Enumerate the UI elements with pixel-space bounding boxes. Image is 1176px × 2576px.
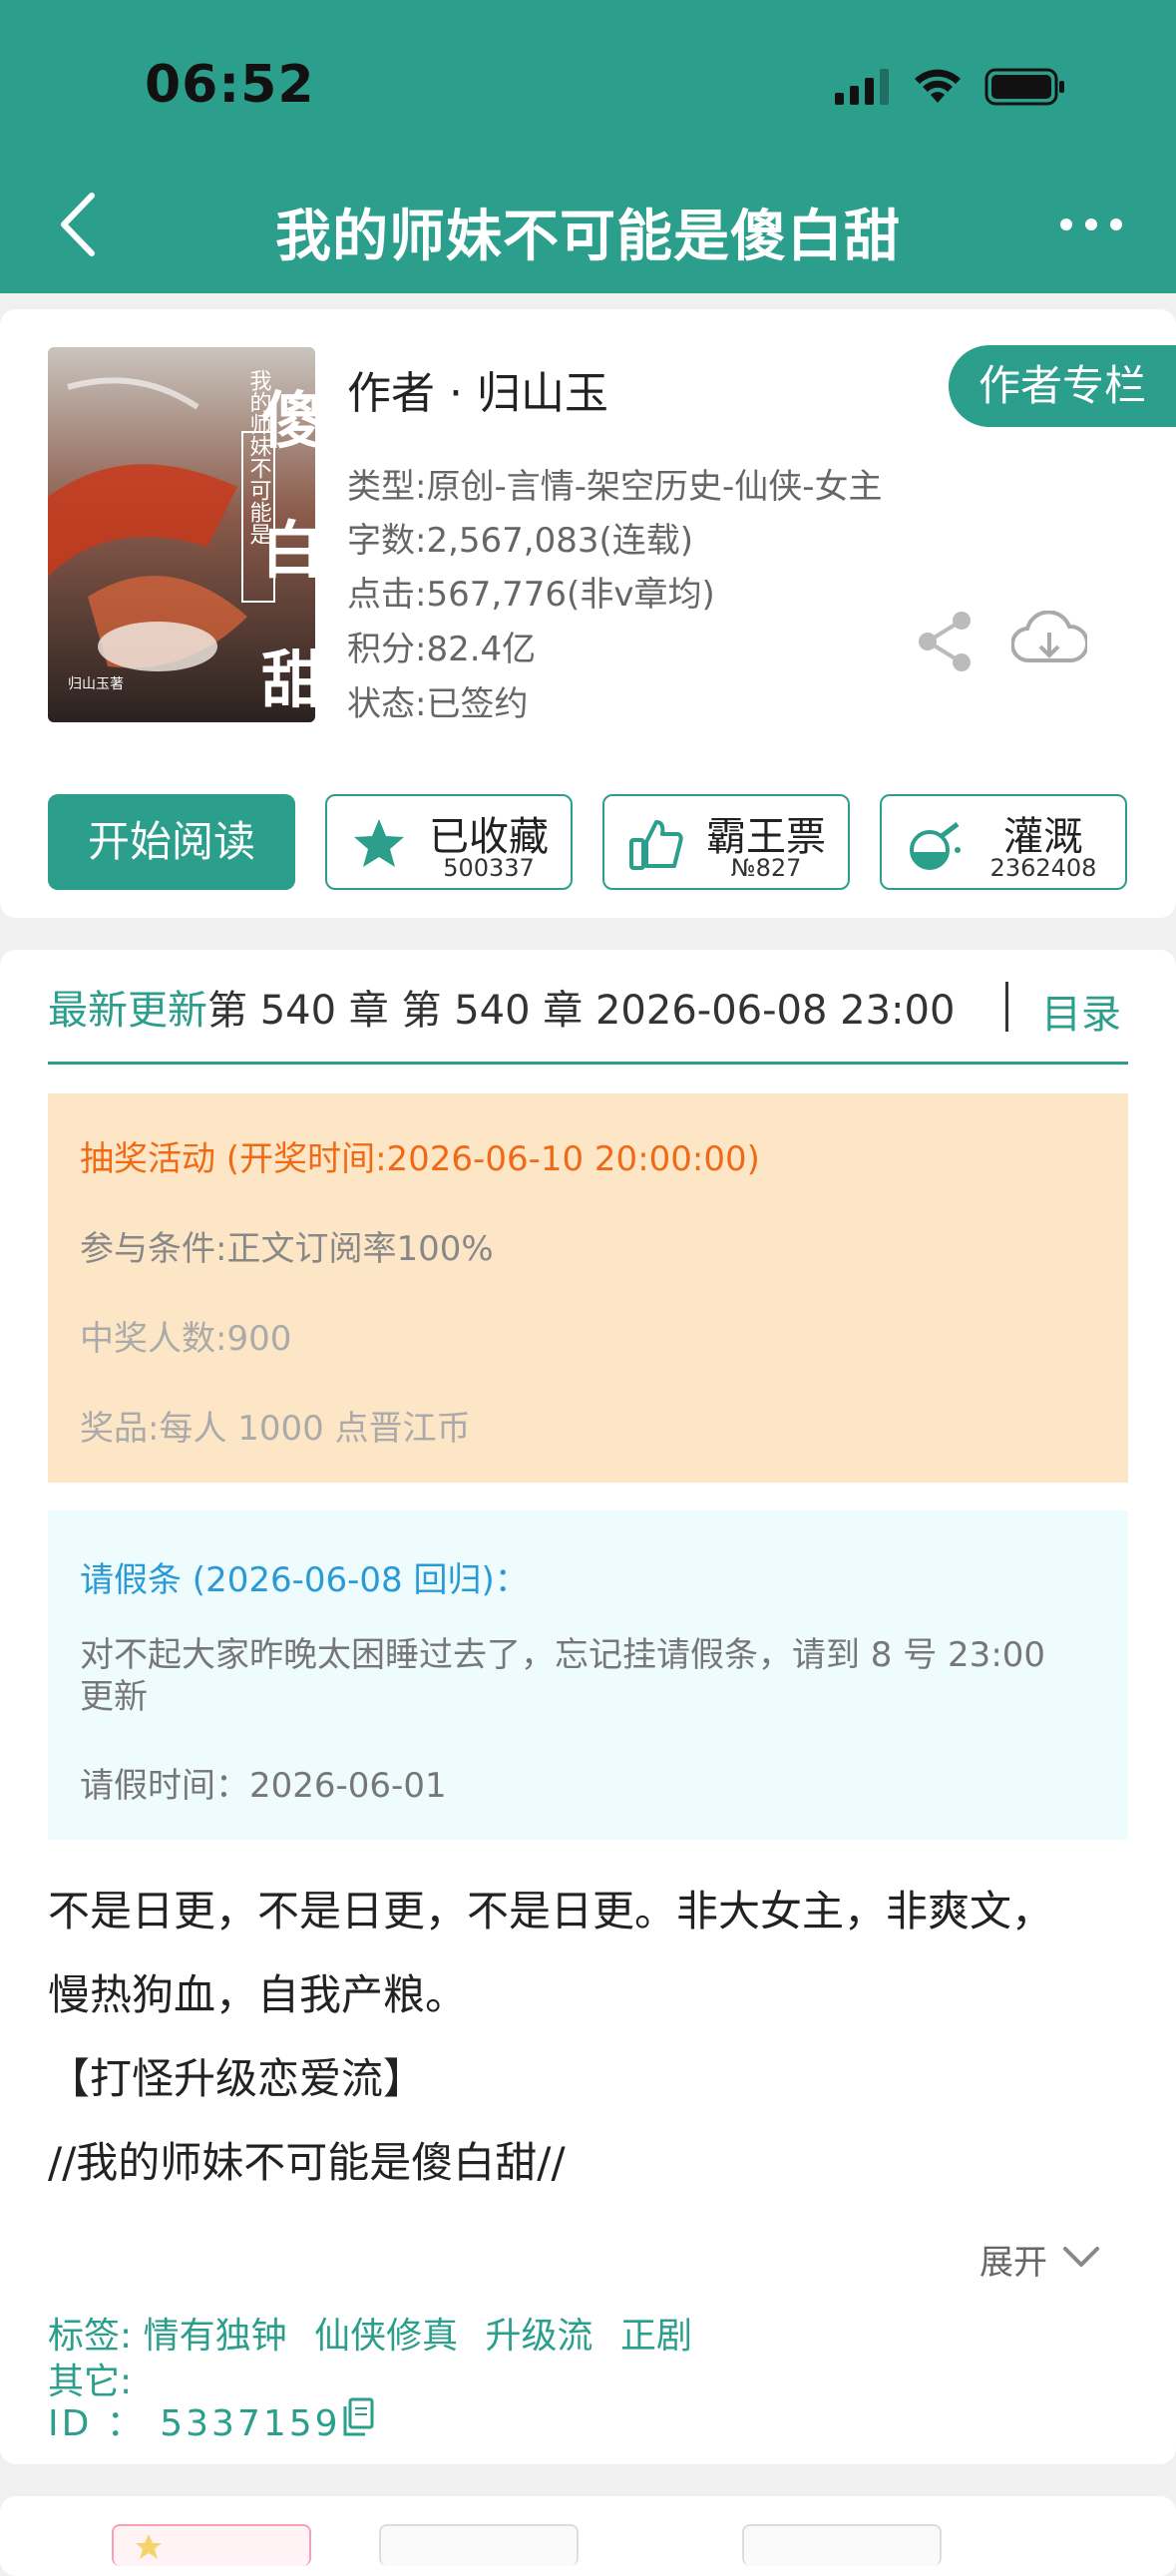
page-title: 我的师妹不可能是傻白甜 [275, 205, 901, 269]
svg-text:归山玉著: 归山玉著 [68, 675, 124, 692]
recommendation-thumbnail[interactable] [379, 2524, 579, 2566]
author-column-button[interactable]: 作者专栏 [949, 345, 1176, 427]
svg-text:甜: 甜 [261, 644, 315, 716]
leave-note-text: 对不起大家昨晚太困睡过去了，忘记挂请假条，请到 8 号 23:00 更新 [80, 1635, 1046, 1717]
status-time: 06:52 [145, 55, 315, 115]
tag-item[interactable]: 情有独钟 [144, 2316, 287, 2357]
bawang-ticket-count: №827 [730, 854, 802, 882]
book-status: 状态:已签约 [347, 684, 529, 724]
book-cover-image[interactable]: 我的师妹不可能是 傻 白 甜 归山玉著 [48, 347, 315, 722]
book-score: 积分:82.4亿 [347, 630, 537, 669]
irrigate-count: 2362408 [989, 854, 1097, 882]
lottery-title: 抽奖活动 (开奖时间:2026-06-10 20:00:00) [80, 1139, 760, 1179]
latest-update-text: 第 540 章 第 540 章 2026-06-08 23:00 [207, 988, 956, 1034]
book-id: ID ： 5337159 [48, 2403, 341, 2444]
star-icon [136, 2534, 162, 2559]
tag-item[interactable]: 仙侠修真 [314, 2316, 458, 2357]
latest-update-label: 最新更新 [48, 988, 207, 1034]
chevron-down-icon[interactable] [1061, 2243, 1101, 2273]
recommendation-thumbnail[interactable] [112, 2524, 311, 2566]
copy-icon[interactable] [341, 2396, 375, 2438]
leave-note-time: 请假时间：2026-06-01 [80, 1766, 447, 1806]
description-line-3: 【打怪升级恋爱流】 [48, 2054, 426, 2103]
svg-text:白: 白 [261, 514, 315, 587]
header-bar: 06:52 我的师妹不可能是傻白甜 [0, 0, 1176, 293]
book-word-count: 字数:2,567,083(连载) [347, 521, 694, 561]
status-icons [835, 68, 1066, 106]
svg-text:傻: 傻 [261, 384, 315, 457]
book-clicks: 点击:567,776(非v章均) [347, 575, 715, 615]
description-line-1: 不是日更，不是日更，不是日更。非大女主，非爽文， [48, 1887, 1054, 1935]
latest-update-row[interactable]: 最新更新第 540 章 第 540 章 2026-06-08 23:00 [48, 978, 1005, 1038]
tags-label: 标签: [48, 2316, 133, 2357]
book-type: 类型:原创-言情-架空历史-仙侠-女主 [347, 467, 883, 507]
vertical-divider [1005, 982, 1008, 1032]
battery-icon [984, 68, 1064, 106]
lottery-winners: 中奖人数:900 [80, 1319, 292, 1359]
thumbs-up-icon [629, 820, 683, 870]
description-line-2: 慢热狗血，自我产粮。 [48, 1970, 468, 2019]
share-icon[interactable] [916, 611, 976, 672]
bawang-ticket-button[interactable]: 霸王票 №827 [602, 794, 850, 890]
collect-count: 500337 [443, 854, 535, 882]
author-name[interactable]: 作者 · 归山玉 [347, 357, 608, 421]
cloud-download-icon[interactable] [1011, 611, 1087, 672]
collect-button[interactable]: 已收藏 500337 [325, 794, 573, 890]
start-reading-button[interactable]: 开始阅读 [48, 794, 295, 890]
cellular-signal-icon [835, 69, 889, 105]
catalog-link[interactable]: 目录 [1041, 982, 1121, 1040]
tags-row: 标签: 情有独钟 仙侠修真 升级流 正剧 [48, 2307, 708, 2359]
lottery-prize: 奖品:每人 1000 点晋江币 [80, 1409, 471, 1449]
description-line-4: //我的师妹不可能是傻白甜// [48, 2138, 566, 2187]
wifi-icon [915, 69, 961, 103]
more-options-icon[interactable] [1056, 205, 1126, 244]
expand-button[interactable]: 展开 [980, 2235, 1047, 2284]
nutrient-flask-icon [910, 822, 961, 870]
leave-note-title: 请假条 (2026-06-08 回归)： [80, 1560, 529, 1600]
update-underline [48, 1062, 1128, 1065]
tag-item[interactable]: 升级流 [486, 2316, 593, 2357]
lottery-condition: 参与条件:正文订阅率100% [80, 1229, 494, 1269]
recommendation-thumbnail[interactable] [742, 2524, 942, 2566]
tag-item[interactable]: 正剧 [620, 2316, 692, 2357]
irrigate-button[interactable]: 灌溉 2362408 [880, 794, 1127, 890]
star-icon [354, 819, 404, 867]
